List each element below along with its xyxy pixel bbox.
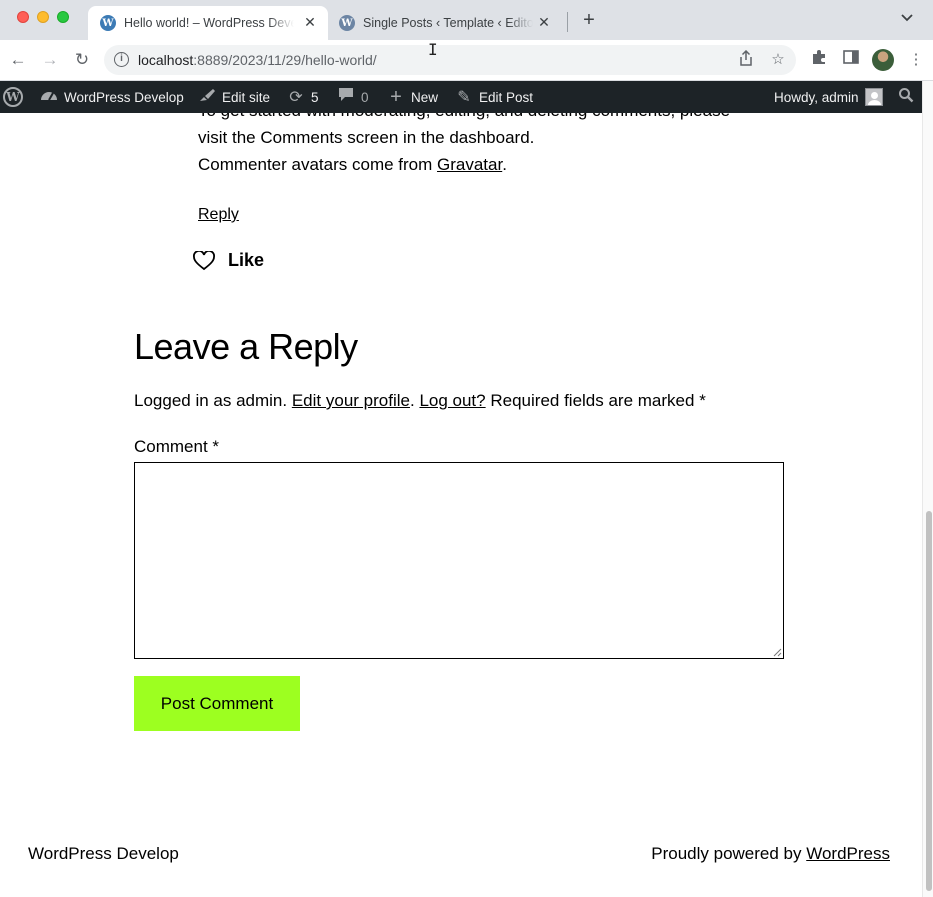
close-tab-icon[interactable]: ✕ [302,14,318,30]
updates-link[interactable]: ⟳ 5 [287,81,319,113]
back-arrow-icon[interactable]: ← [6,48,30,72]
heart-icon [193,250,215,270]
comment-textarea[interactable] [134,462,784,659]
comment-text-line: visit the Comments screen in the dashboa… [198,128,535,147]
site-name-menu[interactable]: WordPress Develop [40,81,184,113]
brush-icon [198,87,216,108]
required-star: * [212,437,220,456]
edit-post-link[interactable]: ✎ Edit Post [455,81,533,113]
edit-profile-link[interactable]: Edit your profile [292,391,410,410]
comments-count: 0 [361,89,369,105]
powered-by-text: Proudly powered by [651,844,807,863]
browser-toolbar: ← → ↻ i localhost:8889/2023/11/29/hello-… [0,40,933,81]
comment-bubble-icon [337,87,355,107]
tab-search-chevron-icon[interactable] [898,11,916,29]
wp-logo-menu[interactable]: W [3,81,23,113]
minimize-window-button[interactable] [37,11,49,23]
like-button[interactable]: Like [193,250,264,271]
like-label: Like [228,250,265,270]
required-star: * [699,391,706,410]
admin-search-button[interactable] [897,81,921,113]
my-account-menu[interactable]: Howdy, admin [774,81,883,113]
comment-text-line: Commenter avatars come from Gravatar. [198,151,507,178]
wordpress-favicon-icon: W [339,15,355,31]
plus-icon: + [390,85,402,108]
user-avatar [864,88,883,106]
reply-title: Leave a Reply [134,326,358,367]
comment-label: Comment * [134,437,219,457]
browser-menu-icon[interactable]: ⋮ [905,49,927,71]
period: . [409,391,415,410]
bookmark-star-icon[interactable]: ☆ [768,50,788,70]
tab-title: Single Posts ‹ Template ‹ Editor [363,16,533,30]
close-tab-icon[interactable]: ✕ [536,14,552,30]
browser-tab-single-posts[interactable]: W Single Posts ‹ Template ‹ Editor ✕ [330,6,562,40]
edit-site-label: Edit site [222,89,271,105]
howdy-label: Howdy, admin [774,89,859,105]
side-panel-icon[interactable] [840,49,862,71]
logout-link[interactable]: Log out? [419,391,485,410]
page-content: To get started with moderating, editing,… [0,113,922,897]
address-bar[interactable]: i localhost:8889/2023/11/29/hello-world/… [104,45,796,75]
footer-credit: Proudly powered by WordPress [651,844,890,864]
required-fields-text: Required fields are marked [490,391,695,410]
updates-refresh-icon: ⟳ [289,89,303,106]
wordpress-favicon-icon: W [100,15,116,31]
site-name-label: WordPress Develop [64,89,184,105]
url-text[interactable]: localhost:8889/2023/11/29/hello-world/ [138,52,377,68]
updates-count: 5 [311,89,319,105]
dashboard-gauge-icon [40,88,58,107]
logged-in-text: Logged in as admin. [134,391,288,410]
comment-text-prefix: Commenter avatars come from [198,155,438,174]
wp-admin-bar: W WordPress Develop Edit site ⟳ 5 0 + Ne… [0,81,922,113]
new-label: New [411,89,439,105]
maximize-window-button[interactable] [57,11,69,23]
comment-text-line: To get started with moderating, editing,… [198,113,730,124]
footer-site-title[interactable]: WordPress Develop [28,844,179,864]
scrollbar-thumb[interactable] [926,511,932,891]
edit-post-label: Edit Post [479,89,534,105]
new-tab-button[interactable]: + [578,9,600,31]
tab-title: Hello world! – WordPress Develop [124,16,294,30]
site-info-icon[interactable]: i [114,52,129,67]
resize-grip-icon[interactable] [771,646,782,657]
page-scrollbar[interactable] [922,81,933,897]
forward-arrow-icon[interactable]: → [38,48,62,72]
profile-avatar[interactable] [872,49,894,71]
close-window-button[interactable] [17,11,29,23]
logged-in-notice: Logged in as admin. Edit your profile. L… [134,391,706,411]
share-icon[interactable] [736,49,756,70]
edit-site-link[interactable]: Edit site [198,81,270,113]
tab-separator [567,12,568,32]
comment-label-text: Comment [134,437,208,456]
pencil-icon: ✎ [457,89,471,106]
text-cursor-icon: I [428,40,438,59]
url-host: localhost [138,52,194,68]
new-content-menu[interactable]: + New [387,81,438,113]
reply-link[interactable]: Reply [198,206,239,224]
extensions-puzzle-icon[interactable] [808,49,830,71]
wordpress-logo-icon: W [3,87,23,107]
url-path: :8889/2023/11/29/hello-world/ [193,52,377,68]
comment-text-suffix: . [502,155,507,174]
search-icon [897,87,915,108]
wordpress-link[interactable]: WordPress [806,844,890,863]
post-comment-button[interactable]: Post Comment [134,676,300,731]
browser-tab-hello-world[interactable]: W Hello world! – WordPress Develop ✕ [88,6,328,40]
reload-icon[interactable]: ↻ [70,48,94,72]
browser-tab-strip: W Hello world! – WordPress Develop ✕ W S… [0,0,933,40]
gravatar-link[interactable]: Gravatar [437,155,502,174]
comments-link[interactable]: 0 [337,81,369,113]
